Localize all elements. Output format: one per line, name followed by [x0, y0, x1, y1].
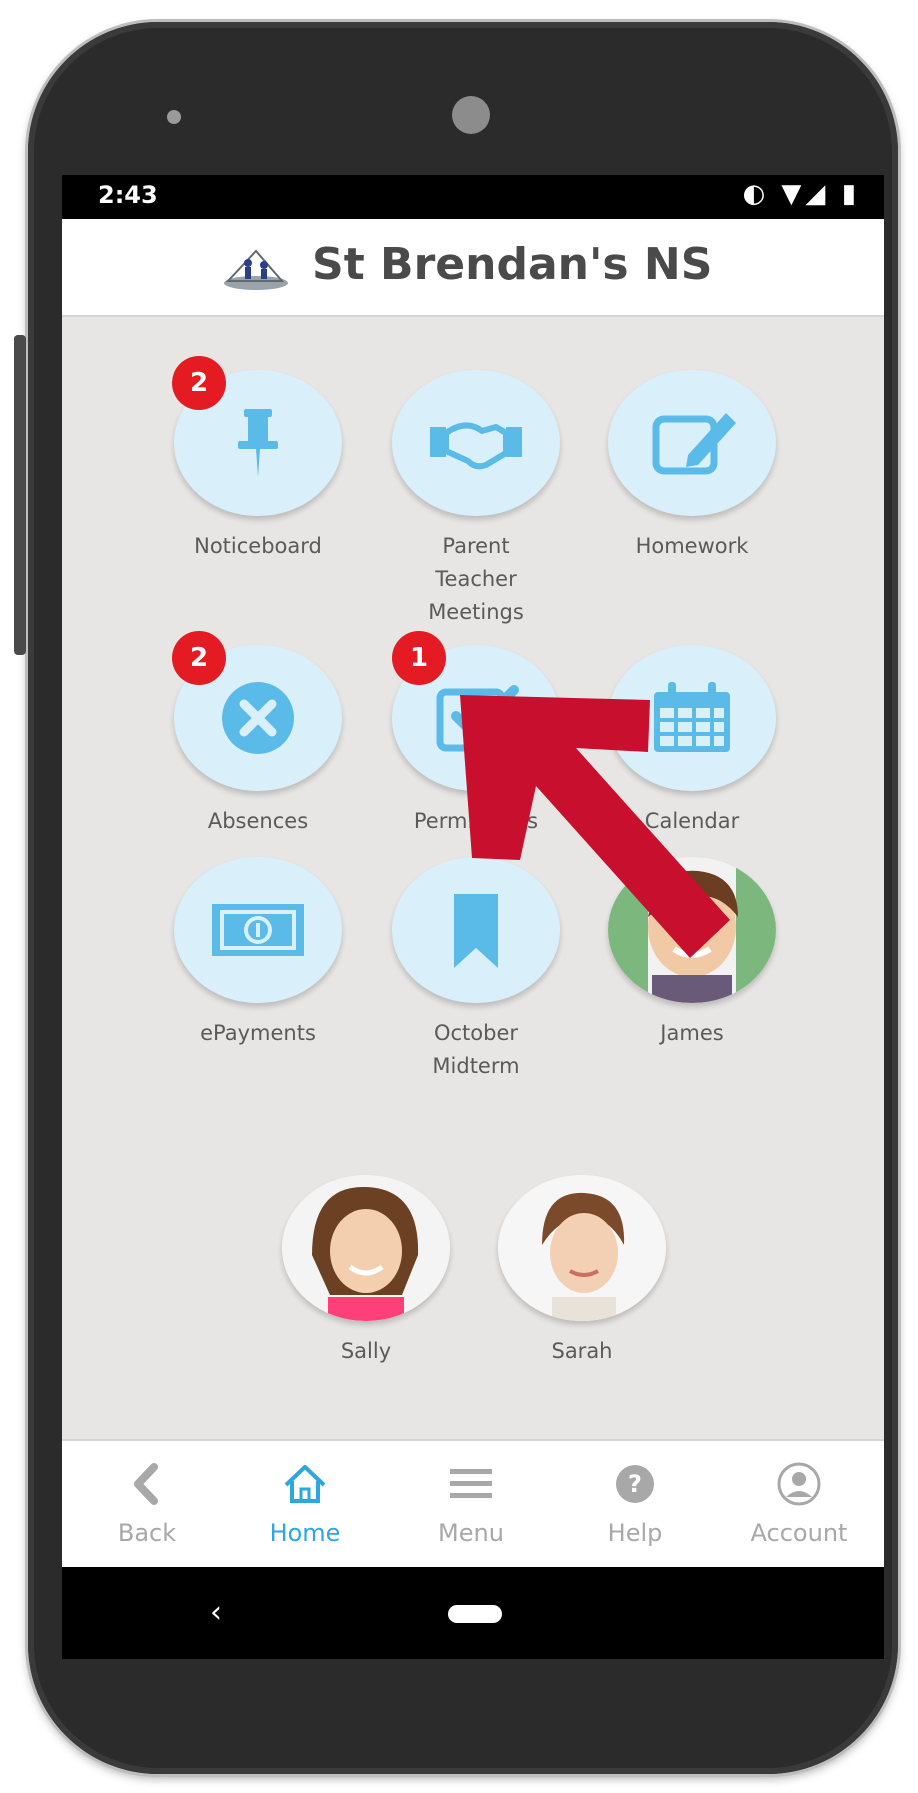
tile-label: Sally — [340, 1339, 392, 1363]
front-camera — [452, 96, 490, 134]
nav-label: Back — [117, 1519, 177, 1547]
child-photo-avatar — [282, 1175, 450, 1321]
child-photo-avatar — [498, 1175, 666, 1321]
tile-label: James — [660, 1021, 724, 1045]
tile-label: October Midterm — [432, 1021, 520, 1078]
tile-epayments[interactable]: ePayments — [158, 857, 358, 1050]
tile-circle — [392, 370, 560, 516]
pushpin-icon — [238, 409, 278, 477]
tile-label: Sarah — [551, 1339, 613, 1363]
svg-text:?: ? — [628, 1470, 642, 1498]
phone-side-button — [14, 335, 26, 655]
nav-label: Home — [269, 1519, 341, 1547]
tile-absences[interactable]: Absences 2 — [158, 631, 358, 838]
notification-badge: 2 — [172, 631, 226, 685]
help-icon: ? — [616, 1465, 654, 1503]
nav-back[interactable]: Back — [72, 1461, 222, 1547]
status-time: 2:43 — [98, 181, 158, 209]
tile-label: Absences — [207, 809, 309, 833]
nav-label: Menu — [438, 1519, 504, 1547]
status-bar: 2:43 ◐ ▼◢ ▮ — [62, 175, 884, 219]
tile-circle — [174, 857, 342, 1003]
tile-label: Homework — [635, 534, 749, 558]
tile-label: ePayments — [200, 1021, 316, 1045]
nav-account[interactable]: Account — [724, 1461, 874, 1547]
nav-help[interactable]: ? Help — [560, 1461, 710, 1547]
hamburger-icon — [450, 1469, 492, 1498]
red-arrow-icon — [460, 695, 730, 958]
tile-label: Noticeboard — [194, 534, 322, 558]
school-logo-icon — [224, 249, 288, 290]
bottom-nav: Back Home Menu ? Help Account — [62, 1439, 884, 1569]
handshake-icon — [430, 422, 522, 470]
status-icons: ◐ ▼◢ ▮ — [742, 179, 860, 209]
tile-noticeboard[interactable]: Noticeboard 2 — [158, 356, 358, 563]
tile-child-sarah[interactable]: Sarah — [482, 1175, 682, 1368]
tile-homework[interactable]: Homework — [592, 370, 792, 563]
account-icon — [777, 1462, 821, 1506]
system-nav-bar: ‹ — [62, 1567, 884, 1659]
tile-parent-teacher-meetings[interactable]: Parent Teacher Meetings — [376, 370, 576, 629]
tile-child-sally[interactable]: Sally — [266, 1175, 466, 1368]
banknote-icon — [212, 904, 304, 956]
notification-badge: 2 — [172, 356, 226, 410]
app-header: St Brendan's NS — [62, 219, 884, 317]
child-photo-avatar — [282, 1175, 450, 1321]
system-back-button[interactable]: ‹ — [210, 1595, 222, 1630]
nav-home[interactable]: Home — [230, 1461, 380, 1547]
child-photo-avatar — [498, 1175, 666, 1321]
tile-label: Parent Teacher Meetings — [428, 534, 524, 624]
tile-circle — [608, 370, 776, 516]
edit-icon — [652, 413, 736, 475]
x-circle-icon — [222, 682, 294, 754]
nav-label: Account — [750, 1519, 848, 1547]
nav-menu[interactable]: Menu — [396, 1461, 546, 1547]
chevron-left-icon — [134, 1463, 158, 1505]
nav-label: Help — [607, 1519, 663, 1547]
system-home-pill[interactable] — [448, 1605, 502, 1623]
school-name: St Brendan's NS — [312, 239, 713, 290]
home-icon — [284, 1465, 326, 1503]
notification-badge: 1 — [392, 631, 446, 685]
camera-dot — [167, 110, 181, 124]
